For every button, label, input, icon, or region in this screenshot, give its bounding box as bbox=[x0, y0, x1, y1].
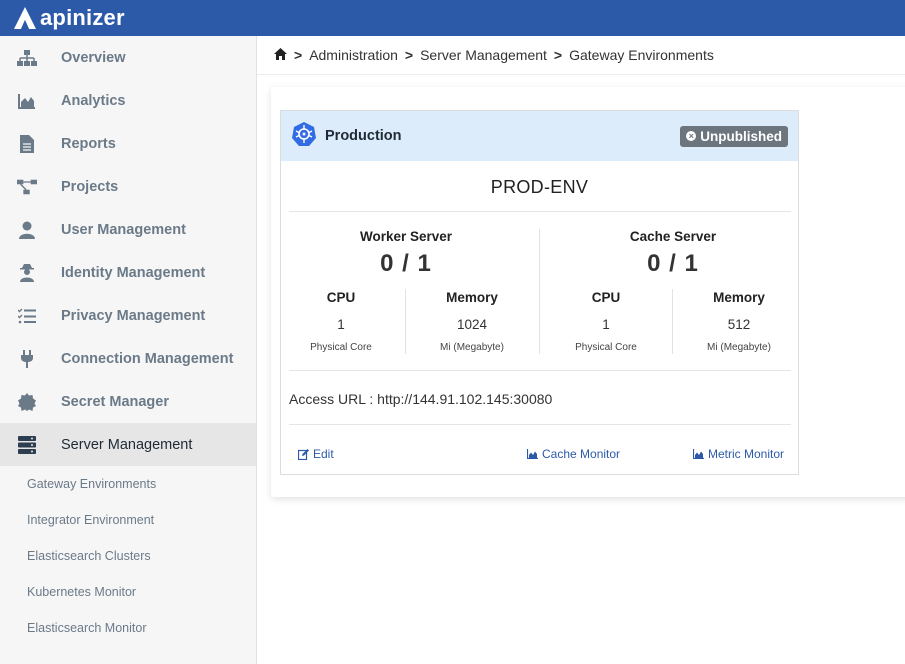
cache-memory-unit: Mi (Megabyte) bbox=[707, 342, 771, 353]
cache-cpu-unit: Physical Core bbox=[575, 342, 637, 353]
cache-memory-label: Memory bbox=[713, 290, 765, 305]
file-icon bbox=[17, 134, 37, 154]
sidebar-item-label: Privacy Management bbox=[61, 307, 206, 324]
worker-server-section: Worker Server 0 / 1 bbox=[281, 229, 531, 278]
sidebar-item-label: Analytics bbox=[61, 92, 126, 109]
edit-button-label: Edit bbox=[313, 447, 334, 461]
cache-cpu-value: 1 bbox=[602, 317, 610, 332]
edit-button[interactable]: Edit bbox=[298, 447, 334, 461]
breadcrumb-separator: > bbox=[553, 47, 563, 63]
sidebar-item-label: Connection Management bbox=[61, 350, 234, 367]
access-url: Access URL : http://144.91.102.145:30080 bbox=[289, 391, 553, 407]
sidebar-item-identity-management[interactable]: Identity Management bbox=[0, 251, 256, 294]
environment-name: PROD-ENV bbox=[490, 177, 589, 197]
sidebar-item-label: Server Management bbox=[61, 436, 193, 453]
environment-title: Production bbox=[325, 128, 402, 144]
breadcrumb-separator: > bbox=[404, 47, 414, 63]
sidebar-item-label: Identity Management bbox=[61, 264, 206, 281]
sidebar-item-server-management[interactable]: Server Management bbox=[0, 423, 256, 466]
sidebar-subitem-elasticsearch-clusters[interactable]: Elasticsearch Clusters bbox=[0, 538, 256, 574]
card-header: Production × Unpublished bbox=[281, 111, 798, 161]
breadcrumb-administration[interactable]: Administration bbox=[309, 47, 398, 63]
divider bbox=[672, 289, 673, 354]
sidebar-item-overview[interactable]: Overview bbox=[0, 36, 256, 79]
sidebar-subitem-kubernetes-monitor[interactable]: Kubernetes Monitor bbox=[0, 574, 256, 610]
worker-cpu-label: CPU bbox=[326, 290, 356, 305]
breadcrumb: > Administration > Server Management > G… bbox=[257, 36, 905, 75]
sidebar-subitem-elasticsearch-monitor[interactable]: Elasticsearch Monitor bbox=[0, 610, 256, 646]
sidebar-item-label: Secret Manager bbox=[61, 393, 169, 410]
worker-cpu: CPU 1 Physical Core bbox=[281, 290, 401, 353]
cache-cpu: CPU 1 Physical Core bbox=[546, 290, 666, 353]
metric-monitor-button[interactable]: Metric Monitor bbox=[693, 447, 784, 461]
area-chart-icon bbox=[17, 91, 37, 111]
server-icon bbox=[17, 435, 37, 455]
divider bbox=[289, 211, 791, 212]
worker-server-title: Worker Server bbox=[359, 229, 453, 244]
status-badge-label: Unpublished bbox=[700, 128, 782, 144]
worker-memory-value: 1024 bbox=[456, 317, 488, 332]
sidebar-item-label: User Management bbox=[61, 221, 186, 238]
sidebar-item-analytics[interactable]: Analytics bbox=[0, 79, 256, 122]
brand-name: apinizer bbox=[40, 5, 125, 30]
kubernetes-icon bbox=[291, 121, 317, 152]
user-icon bbox=[17, 220, 37, 240]
sidebar-item-label: Reports bbox=[61, 135, 116, 152]
certificate-icon bbox=[17, 392, 37, 412]
worker-memory-unit: Mi (Megabyte) bbox=[440, 342, 504, 353]
divider bbox=[539, 229, 540, 354]
sidebar-subitem-gateway-environments[interactable]: Gateway Environments bbox=[0, 466, 256, 502]
sidebar-item-secret-manager[interactable]: Secret Manager bbox=[0, 380, 256, 423]
sidebar: Overview Analytics Reports Projects User… bbox=[0, 36, 257, 664]
apinizer-logo[interactable]: apinizer bbox=[12, 5, 125, 31]
sidebar-item-projects[interactable]: Projects bbox=[0, 165, 256, 208]
project-diagram-icon bbox=[17, 177, 37, 197]
tasks-icon bbox=[17, 306, 37, 326]
sidebar-item-connection-management[interactable]: Connection Management bbox=[0, 337, 256, 380]
cache-memory-value: 512 bbox=[727, 317, 751, 332]
user-secret-icon bbox=[17, 263, 37, 283]
worker-cpu-unit: Physical Core bbox=[310, 342, 372, 353]
cache-server-title: Cache Server bbox=[629, 229, 717, 244]
sidebar-item-label: Overview bbox=[61, 49, 126, 66]
worker-server-count: 0 / 1 bbox=[380, 250, 432, 277]
environment-card: Production × Unpublished PROD-ENV Worker… bbox=[280, 110, 799, 475]
area-chart-icon bbox=[693, 449, 704, 459]
cache-server-section: Cache Server 0 / 1 bbox=[548, 229, 798, 278]
cache-monitor-label: Cache Monitor bbox=[542, 447, 621, 461]
cache-monitor-button[interactable]: Cache Monitor bbox=[527, 447, 620, 461]
breadcrumb-gateway-environments: Gateway Environments bbox=[569, 47, 714, 63]
area-chart-icon bbox=[527, 449, 538, 459]
sidebar-item-privacy-management[interactable]: Privacy Management bbox=[0, 294, 256, 337]
sidebar-item-label: Projects bbox=[61, 178, 119, 195]
status-badge: × Unpublished bbox=[680, 125, 788, 147]
plug-icon bbox=[17, 349, 37, 369]
worker-cpu-value: 1 bbox=[337, 317, 345, 332]
sidebar-item-user-management[interactable]: User Management bbox=[0, 208, 256, 251]
cache-cpu-label: CPU bbox=[591, 290, 621, 305]
close-circle-icon: × bbox=[686, 131, 697, 141]
logo-icon bbox=[14, 7, 36, 29]
home-icon[interactable] bbox=[274, 47, 287, 63]
breadcrumb-separator: > bbox=[294, 47, 303, 63]
divider bbox=[289, 424, 791, 425]
divider bbox=[289, 370, 791, 371]
cache-server-count: 0 / 1 bbox=[647, 250, 699, 277]
worker-memory-label: Memory bbox=[446, 290, 498, 305]
breadcrumb-server-management[interactable]: Server Management bbox=[420, 47, 547, 63]
edit-icon bbox=[298, 448, 309, 460]
metric-monitor-label: Metric Monitor bbox=[708, 447, 785, 461]
sitemap-icon bbox=[17, 48, 37, 68]
cache-memory: Memory 512 Mi (Megabyte) bbox=[679, 290, 799, 353]
divider bbox=[405, 289, 406, 354]
top-bar: apinizer bbox=[0, 0, 905, 36]
worker-memory: Memory 1024 Mi (Megabyte) bbox=[412, 290, 532, 353]
sidebar-item-reports[interactable]: Reports bbox=[0, 122, 256, 165]
sidebar-subitem-integrator-environment[interactable]: Integrator Environment bbox=[0, 502, 256, 538]
